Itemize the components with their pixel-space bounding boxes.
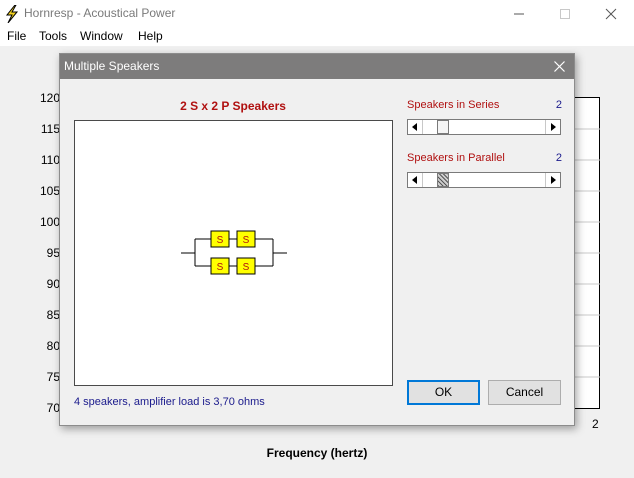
series-label: Speakers in Series xyxy=(407,99,500,111)
speaker-box: S xyxy=(210,230,230,248)
speaker-label: S xyxy=(217,235,224,246)
configuration-title: 2 S x 2 P Speakers xyxy=(180,99,286,113)
y-tick-label: 115 xyxy=(40,122,60,136)
speaker-label: S xyxy=(243,262,250,273)
arrow-left-icon xyxy=(412,176,417,184)
app-titlebar: Hornresp - Acoustical Power xyxy=(0,0,634,28)
series-scroll-right[interactable] xyxy=(546,120,560,134)
dialog-titlebar: Multiple Speakers xyxy=(60,54,574,79)
menu-help[interactable]: Help xyxy=(138,29,163,43)
arrow-left-icon xyxy=(412,123,417,131)
arrow-right-icon xyxy=(551,123,556,131)
speaker-label: S xyxy=(217,262,224,273)
minimize-icon xyxy=(514,13,524,15)
y-tick-label: 85 xyxy=(46,308,60,322)
close-button[interactable] xyxy=(588,0,634,28)
menu-tools[interactable]: Tools xyxy=(39,29,67,43)
y-tick-label: 110 xyxy=(40,153,60,167)
series-scrollbar[interactable] xyxy=(407,119,561,135)
speaker-box: S xyxy=(236,230,256,248)
cancel-button[interactable]: Cancel xyxy=(488,380,561,405)
menu-file[interactable]: File xyxy=(7,29,26,43)
speaker-box: S xyxy=(210,257,230,275)
status-text: 4 speakers, amplifier load is 3,70 ohms xyxy=(74,396,265,408)
scrollbar-divider xyxy=(422,120,423,134)
dialog-close-button[interactable] xyxy=(544,54,574,79)
parallel-scroll-right[interactable] xyxy=(546,173,560,187)
close-icon xyxy=(554,61,565,72)
parallel-value: 2 xyxy=(555,152,562,164)
lightning-app-icon xyxy=(4,4,20,24)
y-tick-label: 90 xyxy=(46,277,60,291)
maximize-icon xyxy=(560,9,570,19)
speaker-label: S xyxy=(243,235,250,246)
wiring-diagram: S S S S xyxy=(74,120,393,386)
y-tick-label: 100 xyxy=(39,215,60,229)
y-tick-label: 95 xyxy=(46,246,60,260)
x-axis-label: Frequency (hertz) xyxy=(266,446,368,460)
series-value: 2 xyxy=(555,99,562,111)
close-icon xyxy=(605,8,617,20)
y-tick-label: 80 xyxy=(46,339,60,353)
y-tick-label: 105 xyxy=(39,184,60,198)
scrollbar-divider xyxy=(422,173,423,187)
multiple-speakers-dialog: Multiple Speakers 2 S x 2 P Speakers S S… xyxy=(59,53,575,426)
parallel-scrollbar[interactable] xyxy=(407,172,561,188)
app-title: Hornresp - Acoustical Power xyxy=(24,6,176,20)
parallel-label: Speakers in Parallel xyxy=(407,152,505,164)
y-tick-label: 120 xyxy=(39,91,60,105)
y-tick-label: 70 xyxy=(46,401,60,415)
speaker-box: S xyxy=(236,257,256,275)
menu-bar: File Tools Window Help xyxy=(0,28,634,46)
plot-area xyxy=(574,97,600,409)
menu-window[interactable]: Window xyxy=(80,29,123,43)
arrow-right-icon xyxy=(551,176,556,184)
dialog-title: Multiple Speakers xyxy=(64,59,160,73)
parallel-scroll-left[interactable] xyxy=(408,173,422,187)
series-scroll-thumb[interactable] xyxy=(437,120,449,134)
ok-button[interactable]: OK xyxy=(407,380,480,405)
x-axis-end-label: 2 xyxy=(592,417,599,431)
minimize-button[interactable] xyxy=(496,0,542,28)
parallel-scroll-thumb[interactable] xyxy=(437,173,449,187)
series-scroll-left[interactable] xyxy=(408,120,422,134)
y-tick-label: 75 xyxy=(46,370,60,384)
maximize-button[interactable] xyxy=(542,0,588,28)
